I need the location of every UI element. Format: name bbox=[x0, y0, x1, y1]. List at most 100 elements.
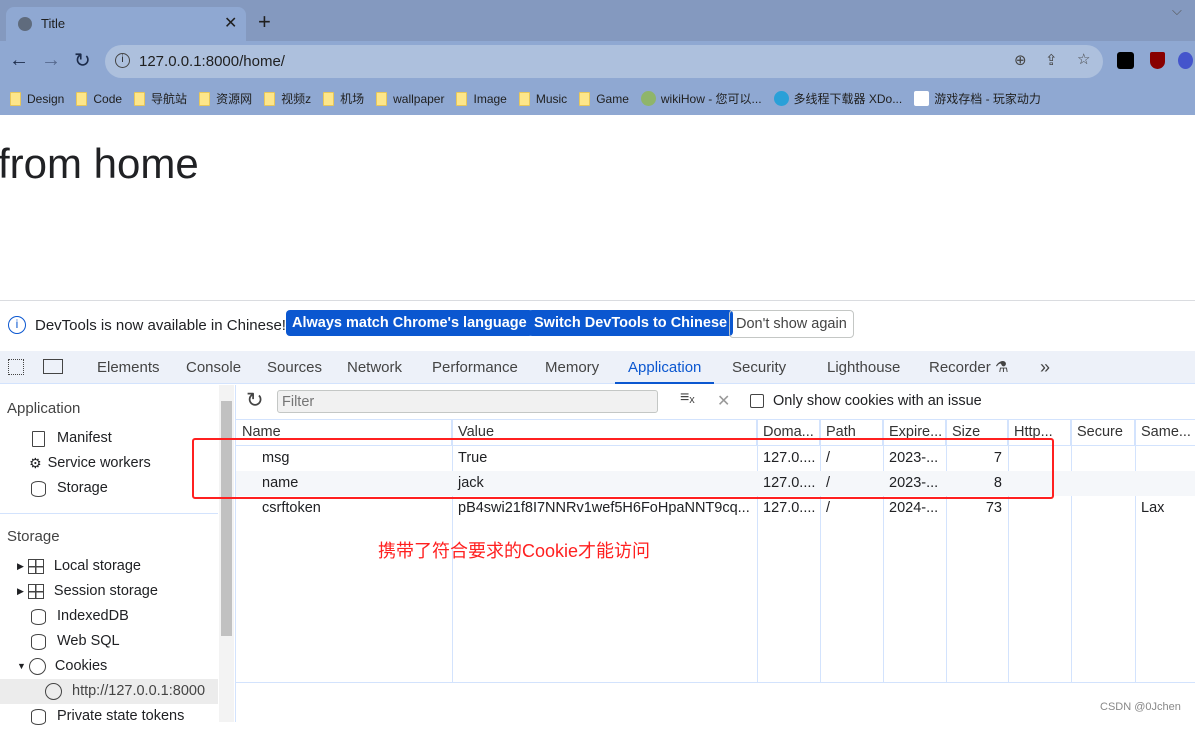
tab-strip: Title ✕ + ⌵ bbox=[0, 0, 1195, 41]
cookie-icon bbox=[45, 683, 62, 700]
folder-icon bbox=[10, 91, 21, 106]
sidebar-item-cookie-origin[interactable]: http://127.0.0.1:8000 bbox=[0, 679, 218, 704]
ublock-icon[interactable] bbox=[1150, 52, 1165, 69]
sidebar-item-session-storage[interactable]: ▶ Session storage bbox=[17, 579, 158, 604]
bookmark-item[interactable]: 游戏存档 - 玩家动力 bbox=[914, 82, 1041, 115]
bookmark-item[interactable]: wallpaper bbox=[376, 82, 444, 115]
tab-lighthouse[interactable]: Lighthouse bbox=[827, 351, 900, 384]
sidebar-item-cookies[interactable]: ▼ Cookies bbox=[17, 654, 107, 679]
more-tabs-icon[interactable]: » bbox=[1040, 351, 1050, 384]
reload-icon[interactable]: ↻ bbox=[74, 48, 91, 73]
bookmark-star-icon[interactable]: ☆ bbox=[1077, 50, 1090, 68]
forward-icon[interactable]: → bbox=[41, 49, 61, 72]
inspect-element-icon[interactable] bbox=[8, 359, 24, 375]
cell-secure bbox=[1071, 496, 1135, 521]
bookmarks-bar: Design Code 导航站 资源网 视频z 机场 wallpaper Ima… bbox=[0, 82, 1195, 115]
bookmark-item[interactable]: 资源网 bbox=[199, 82, 252, 115]
extension-icon[interactable] bbox=[1117, 52, 1134, 69]
cell-name: csrftoken bbox=[262, 500, 321, 516]
dont-show-again-button[interactable]: Don't show again bbox=[729, 310, 854, 338]
new-tab-button[interactable]: + bbox=[258, 9, 271, 35]
expand-arrow-icon[interactable]: ▶ bbox=[17, 554, 24, 579]
tab-elements[interactable]: Elements bbox=[97, 351, 160, 384]
delete-selected-icon[interactable]: ✕ bbox=[717, 391, 730, 411]
switch-to-chinese-button[interactable]: Switch DevTools to Chinese bbox=[528, 310, 734, 336]
scrollbar-thumb[interactable] bbox=[221, 401, 232, 636]
address-bar[interactable]: i 127.0.0.1:8000/home/ ⊕ ⇪ ☆ bbox=[105, 45, 1103, 78]
only-issues-checkbox[interactable] bbox=[750, 394, 764, 408]
cell-secure bbox=[1071, 471, 1135, 496]
tab-performance[interactable]: Performance bbox=[432, 351, 518, 384]
always-match-language-button[interactable]: Always match Chrome's language bbox=[286, 310, 533, 336]
cell-samesite bbox=[1135, 471, 1195, 496]
extension-s-icon[interactable] bbox=[1178, 52, 1193, 69]
share-icon[interactable]: ⇪ bbox=[1045, 51, 1058, 69]
cell-samesite bbox=[1135, 446, 1195, 471]
info-icon: i bbox=[115, 53, 130, 68]
folder-icon bbox=[199, 91, 211, 106]
folder-icon bbox=[518, 91, 530, 106]
device-toolbar-icon[interactable] bbox=[43, 359, 63, 374]
table-icon bbox=[27, 584, 44, 599]
bookmark-item[interactable]: 多线程下载器 XDo... bbox=[773, 82, 902, 115]
refresh-icon[interactable]: ↻ bbox=[246, 388, 264, 413]
folder-icon bbox=[579, 91, 591, 106]
bookmark-label: Image bbox=[473, 91, 507, 106]
sidebar-item-storage[interactable]: Storage bbox=[31, 476, 108, 501]
bookmark-item[interactable]: Code bbox=[76, 82, 122, 115]
bookmark-item[interactable]: Design bbox=[10, 82, 64, 115]
tab-recorder[interactable]: Recorder bbox=[929, 351, 991, 384]
sidebar-item-label: Cookies bbox=[54, 658, 108, 674]
tab-sources[interactable]: Sources bbox=[267, 351, 322, 384]
tab-application[interactable]: Application bbox=[615, 351, 715, 384]
bookmark-item[interactable]: wikiHow - 您可以... bbox=[640, 82, 762, 115]
cookie-row[interactable]: csrftoken pB4swi21f8I7NNRv1wef5H6FoHpaNNT… bbox=[236, 496, 1195, 521]
tab-security[interactable]: Security bbox=[732, 351, 786, 384]
filter-input[interactable] bbox=[277, 390, 658, 413]
sidebar-item-service-workers[interactable]: ⚙ Service workers bbox=[29, 451, 151, 476]
bookmark-label: wallpaper bbox=[393, 91, 445, 106]
tab-console[interactable]: Console bbox=[186, 351, 241, 384]
tab-memory[interactable]: Memory bbox=[545, 351, 599, 384]
sidebar-item-local-storage[interactable]: ▶ Local storage bbox=[17, 554, 141, 579]
expand-arrow-icon[interactable]: ▶ bbox=[17, 579, 24, 604]
close-tab-icon[interactable]: ✕ bbox=[224, 13, 237, 33]
back-icon[interactable]: ← bbox=[9, 49, 29, 72]
bookmark-label: 游戏存档 - 玩家动力 bbox=[934, 92, 1041, 106]
bookmark-item[interactable]: 机场 bbox=[323, 82, 364, 115]
devtools-language-infobar: i DevTools is now available in Chinese! … bbox=[0, 300, 1195, 350]
infobar-message: DevTools is now available in Chinese! bbox=[35, 317, 286, 334]
bookmark-item[interactable]: Music bbox=[518, 82, 568, 115]
clear-all-icon[interactable]: ≡ₓ bbox=[680, 389, 695, 407]
sidebar-item-label: Manifest bbox=[57, 430, 112, 446]
database-icon bbox=[31, 708, 46, 725]
tab-search-icon[interactable]: ⌵ bbox=[1172, 3, 1182, 19]
bookmark-item[interactable]: 视频z bbox=[264, 82, 311, 115]
only-issues-label: Only show cookies with an issue bbox=[773, 393, 982, 409]
bookmark-item[interactable]: Image bbox=[456, 82, 507, 115]
cell-secure bbox=[1071, 446, 1135, 471]
cell-samesite: Lax bbox=[1141, 500, 1165, 516]
tab-network[interactable]: Network bbox=[347, 351, 402, 384]
devtools-tab-bar: Elements Console Sources Network Perform… bbox=[0, 351, 1195, 384]
sidebar-scrollbar[interactable] bbox=[219, 385, 234, 722]
url-text[interactable]: 127.0.0.1:8000/home/ bbox=[139, 53, 285, 70]
bookmark-label: Music bbox=[535, 91, 568, 106]
browser-tab[interactable]: Title ✕ bbox=[6, 7, 246, 41]
sidebar-item-label: Session storage bbox=[53, 583, 158, 599]
sidebar-item-indexeddb[interactable]: IndexedDB bbox=[31, 604, 129, 629]
zoom-icon[interactable]: ⊕ bbox=[1014, 51, 1027, 69]
sidebar-item-web-sql[interactable]: Web SQL bbox=[31, 629, 120, 654]
sidebar-item-manifest[interactable]: Manifest bbox=[32, 426, 112, 451]
column-header-secure[interactable]: Secure bbox=[1071, 420, 1135, 445]
sidebar-item-private-state-tokens[interactable]: Private state tokens bbox=[31, 704, 184, 729]
cell-domain: 127.0.... bbox=[763, 500, 816, 516]
cell-value: pB4swi21f8I7NNRv1wef5H6FoHpaNNT9cq... bbox=[458, 500, 750, 516]
bookmark-item[interactable]: Game bbox=[579, 82, 629, 115]
watermark: CSDN @0Jchen bbox=[1100, 701, 1181, 713]
bookmark-item[interactable]: 导航站 bbox=[134, 82, 187, 115]
column-header-samesite[interactable]: Same... bbox=[1135, 420, 1195, 445]
divider bbox=[0, 513, 218, 514]
collapse-arrow-icon[interactable]: ▼ bbox=[17, 654, 26, 679]
document-icon bbox=[32, 430, 45, 447]
